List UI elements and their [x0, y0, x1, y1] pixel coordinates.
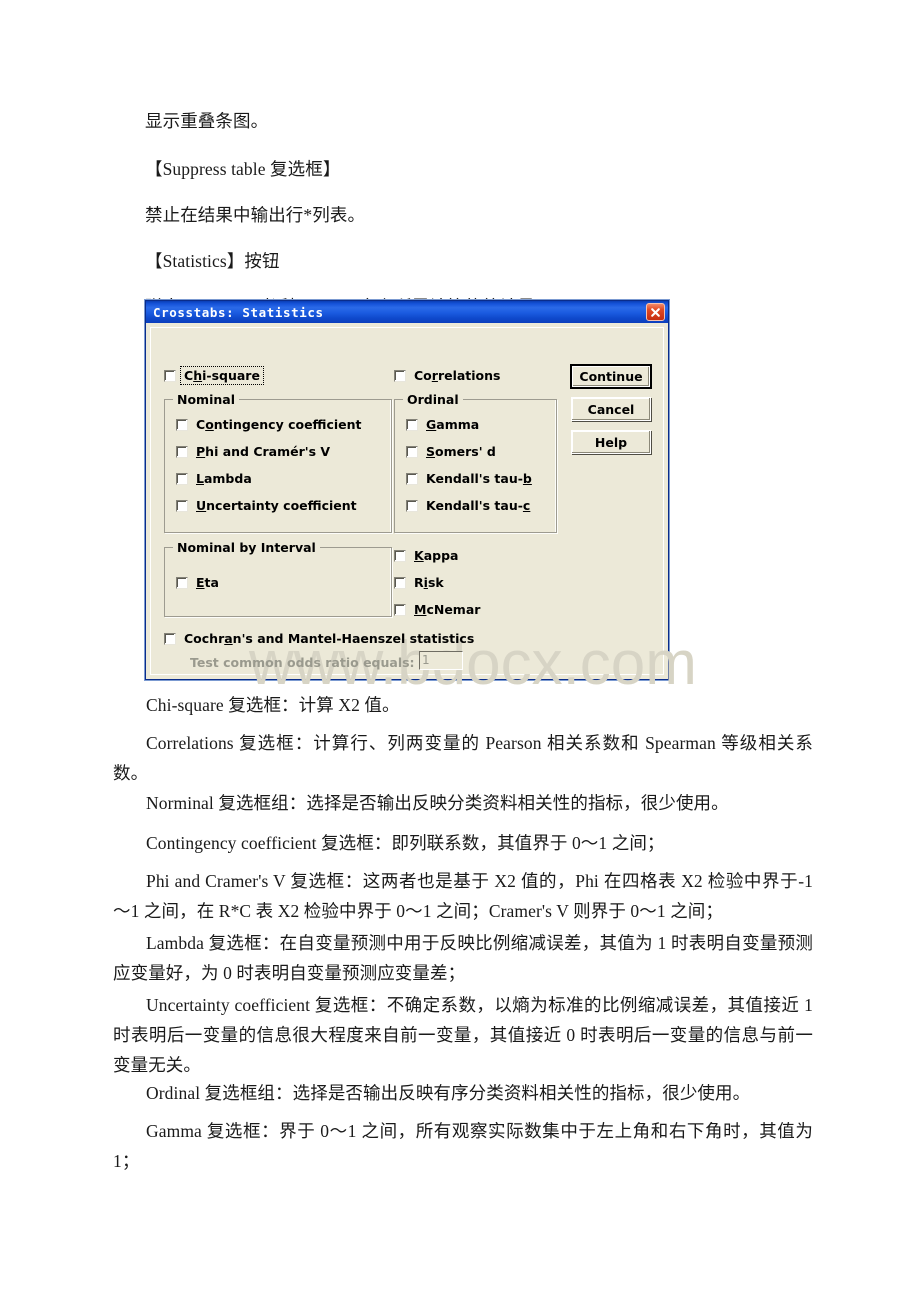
dialog-titlebar[interactable]: Crosstabs: Statistics [146, 301, 668, 323]
checkbox-label: Kendall's tau-c [426, 498, 531, 513]
checkbox-gamma[interactable]: Gamma [406, 417, 479, 432]
checkbox-label: McNemar [414, 602, 481, 617]
checkbox-eta[interactable]: Eta [176, 575, 219, 590]
checkbox-kendalls-tau-c[interactable]: Kendall's tau-c [406, 498, 530, 513]
paragraph-norminal-group-desc: Norminal 复选框组：选择是否输出反映分类资料相关性的指标，很少使用。 [146, 793, 729, 813]
dialog-title: Crosstabs: Statistics [153, 304, 324, 320]
checkbox-box[interactable] [406, 445, 418, 458]
checkbox-chi-square[interactable]: Chi-square [164, 366, 264, 385]
checkbox-label: Correlations [414, 368, 501, 383]
paragraph-contingency-desc: Contingency coefficient 复选框：即列联系数，其值界于 0… [146, 833, 665, 853]
checkbox-mcnemar[interactable]: McNemar [394, 602, 480, 617]
checkbox-box[interactable] [394, 603, 406, 616]
checkbox-correlations[interactable]: Correlations [394, 368, 501, 383]
group-title-nominal: Nominal [173, 392, 239, 407]
dialog-body: www.bdocx.com Chi-square Correlations No… [146, 323, 697, 698]
checkbox-box[interactable] [394, 369, 406, 382]
checkbox-box[interactable] [394, 549, 406, 562]
paragraph-uncertainty-desc: Uncertainty coefficient 复选框：不确定系数，以熵为标准的… [113, 995, 813, 1075]
checkbox-label: Chi-square [180, 366, 264, 385]
checkbox-uncertainty-coefficient[interactable]: Uncertainty coefficient [176, 498, 357, 513]
checkbox-label: Kendall's tau-b [426, 471, 532, 486]
close-icon[interactable] [646, 303, 665, 321]
checkbox-box[interactable] [164, 369, 176, 382]
paragraph-gamma-desc: Gamma 复选框：界于 0～1 之间，所有观察实际数集中于左上角和右下角时，其… [113, 1121, 813, 1171]
checkbox-label: Risk [414, 575, 444, 590]
checkbox-label: Gamma [426, 417, 480, 432]
document-page: 显示重叠条图。 【Suppress table 复选框】 禁止在结果中输出行*列… [0, 0, 920, 1302]
checkbox-label: Uncertainty coefficient [196, 498, 357, 513]
checkbox-kendalls-tau-b[interactable]: Kendall's tau-b [406, 471, 532, 486]
checkbox-box[interactable] [176, 472, 188, 485]
checkbox-box[interactable] [176, 445, 188, 458]
checkbox-contingency-coefficient[interactable]: Contingency coefficient [176, 417, 362, 432]
paragraph-lambda-desc: Lambda 复选框：在自变量预测中用于反映比例缩减误差，其值为 1 时表明自变… [113, 933, 813, 983]
odds-ratio-label: Test common odds ratio equals: [190, 655, 415, 670]
checkbox-box[interactable] [406, 499, 418, 512]
paragraph-correlations-desc: Correlations 复选框：计算行、列两变量的 Pearson 相关系数和… [113, 733, 813, 783]
checkbox-kappa[interactable]: Kappa [394, 548, 458, 563]
crosstabs-statistics-dialog[interactable]: Crosstabs: Statistics www.bdocx.com Chi-… [145, 300, 697, 698]
odds-ratio-input[interactable]: 1 [419, 651, 463, 670]
paragraph-suppress-table-heading: 【Suppress table 复选框】 [145, 159, 341, 179]
checkbox-cochran-mantel-haenszel[interactable]: Cochran's and Mantel-Haenszel statistics [164, 631, 474, 646]
checkbox-label: Phi and Cramér's V [196, 444, 331, 459]
checkbox-label: Eta [196, 575, 219, 590]
checkbox-phi-and-cramers-v[interactable]: Phi and Cramér's V [176, 444, 330, 459]
paragraph-suppress-table-desc: 禁止在结果中输出行*列表。 [145, 205, 366, 225]
checkbox-box[interactable] [406, 472, 418, 485]
continue-button[interactable]: Continue [570, 364, 652, 389]
continue-button-label: Continue [579, 369, 643, 384]
checkbox-box[interactable] [164, 632, 176, 645]
paragraph-show-stacked-bar: 显示重叠条图。 [145, 111, 269, 131]
group-title-nominal-by-interval: Nominal by Interval [173, 540, 320, 555]
group-title-ordinal: Ordinal [403, 392, 463, 407]
cancel-button[interactable]: Cancel [571, 397, 651, 421]
checkbox-box[interactable] [176, 499, 188, 512]
checkbox-label: Kappa [414, 548, 459, 563]
paragraph-ordinal-group-desc: Ordinal 复选框组：选择是否输出反映有序分类资料相关性的指标，很少使用。 [146, 1083, 751, 1103]
checkbox-label: Contingency coefficient [196, 417, 362, 432]
checkbox-lambda[interactable]: Lambda [176, 471, 252, 486]
checkbox-box[interactable] [406, 418, 418, 431]
paragraph-chi-square-desc: Chi-square 复选框：计算 X2 值。 [146, 695, 400, 715]
checkbox-risk[interactable]: Risk [394, 575, 444, 590]
checkbox-label: Cochran's and Mantel-Haenszel statistics [184, 631, 475, 646]
checkbox-box[interactable] [176, 576, 188, 589]
continue-button-face: Continue [572, 366, 650, 387]
checkbox-somers-d[interactable]: Somers' d [406, 444, 496, 459]
checkbox-label: Lambda [196, 471, 252, 486]
checkbox-label: Somers' d [426, 444, 496, 459]
checkbox-box[interactable] [176, 418, 188, 431]
paragraph-statistics-heading: 【Statistics】按钮 [145, 251, 280, 271]
help-button[interactable]: Help [571, 430, 651, 454]
paragraph-phi-cramers-desc: Phi and Cramer's V 复选框：这两者也是基于 X2 值的，Phi… [113, 871, 813, 921]
checkbox-box[interactable] [394, 576, 406, 589]
